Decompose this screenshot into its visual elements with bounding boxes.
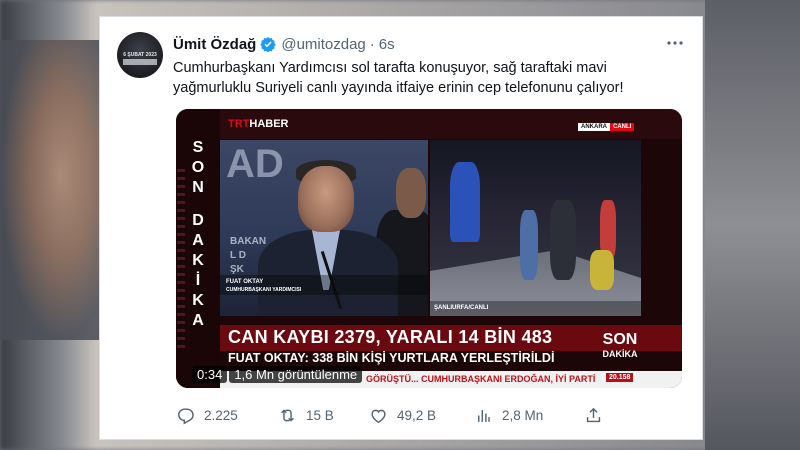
rail-pattern — [177, 169, 185, 349]
person-background-head — [396, 168, 426, 218]
rail-letter: D — [192, 212, 204, 229]
ticker-text: GÖRÜŞTÜ... CUMHURBAŞKANI ERDOĞAN, İYİ PA… — [366, 374, 596, 384]
more-icon[interactable] — [665, 36, 685, 50]
speaker-head — [298, 166, 354, 232]
right-caption: ŞANLIURFA/CANLI — [434, 305, 489, 311]
share-icon — [586, 407, 601, 422]
rail-letter: N — [192, 179, 204, 196]
background-face-blur — [0, 40, 110, 340]
person-crowd — [550, 200, 576, 280]
retweet-count: 15 B — [306, 407, 334, 423]
like-button[interactable]: 49,2 B — [369, 403, 436, 427]
left-caption-name: FUAT OKTAY — [226, 279, 264, 285]
video-player[interactable]: S O N D A K İ K A TRTHABER AD BAKAN L D … — [176, 109, 682, 388]
ticker-value: 20.158 — [606, 373, 634, 382]
action-bar: 2.225 15 B 49,2 B 2,8 Mn — [176, 403, 682, 427]
like-count: 49,2 B — [397, 407, 437, 423]
person-blue-raincoat — [450, 162, 480, 242]
video-views: 1,6 Mn görüntülenme — [229, 366, 363, 383]
like-icon — [371, 409, 386, 423]
rail-letter: A — [192, 232, 204, 249]
handle[interactable]: @umitozdag — [281, 36, 365, 53]
headline: CAN KAYBI 2379, YARALI 14 BİN 483 — [228, 327, 553, 347]
rail-letter: S — [192, 139, 204, 156]
rail-letter: K — [192, 252, 204, 269]
rail-letter: K — [192, 292, 204, 309]
reply-icon — [178, 407, 194, 424]
reply-button[interactable]: 2.225 — [176, 403, 238, 427]
avatar-label: 6 ŞUBAT 2023 — [123, 52, 157, 58]
rail-letter: O — [191, 159, 205, 176]
retweet-icon — [281, 408, 294, 422]
subheadline: FUAT OKTAY: 338 BİN KİŞİ YURTLARA YERLEŞ… — [228, 351, 555, 365]
separator: · — [369, 35, 375, 53]
backdrop-letters: AD — [226, 142, 284, 186]
left-caption-title: CUMHURBAŞKANI YARDIMCISI — [226, 287, 302, 293]
views-count: 2,8 Mn — [502, 407, 544, 423]
rail-letter: A — [192, 312, 204, 329]
tweet-card: 6 ŞUBAT 2023 Ümit Özdağ @umitozdag · 6s … — [99, 16, 703, 440]
share-button[interactable] — [584, 403, 612, 427]
retweet-button[interactable]: 15 B — [278, 403, 334, 427]
timestamp[interactable]: 6s — [379, 36, 395, 53]
verified-icon — [260, 36, 277, 53]
rail-letter: İ — [195, 272, 201, 289]
reply-count: 2.225 — [204, 407, 238, 423]
video-overlay: 0:34 1,6 Mn görüntülenme — [192, 366, 363, 383]
views-button[interactable]: 2,8 Mn — [474, 403, 543, 427]
son-dakika-badge: SON DAKİKA — [602, 331, 638, 359]
video-timestamp: 0:34 — [192, 366, 228, 383]
right-feed-scene — [430, 140, 641, 316]
person-crowd — [590, 250, 614, 290]
background-right-blur — [705, 0, 800, 450]
trt-haber-logo: TRTHABER — [228, 118, 289, 130]
tweet-text: Cumhurbaşkanı Yardımcısı sol tarafta kon… — [173, 60, 624, 96]
display-name[interactable]: Ümit Özdağ — [173, 36, 256, 53]
avatar[interactable]: 6 ŞUBAT 2023 — [117, 32, 163, 78]
tweet-header: Ümit Özdağ @umitozdag · 6s — [173, 34, 395, 54]
views-icon — [478, 409, 490, 422]
avatar-band — [123, 59, 157, 65]
live-badge: ANKARA CANLI — [578, 123, 635, 131]
person-crowd — [520, 210, 538, 280]
